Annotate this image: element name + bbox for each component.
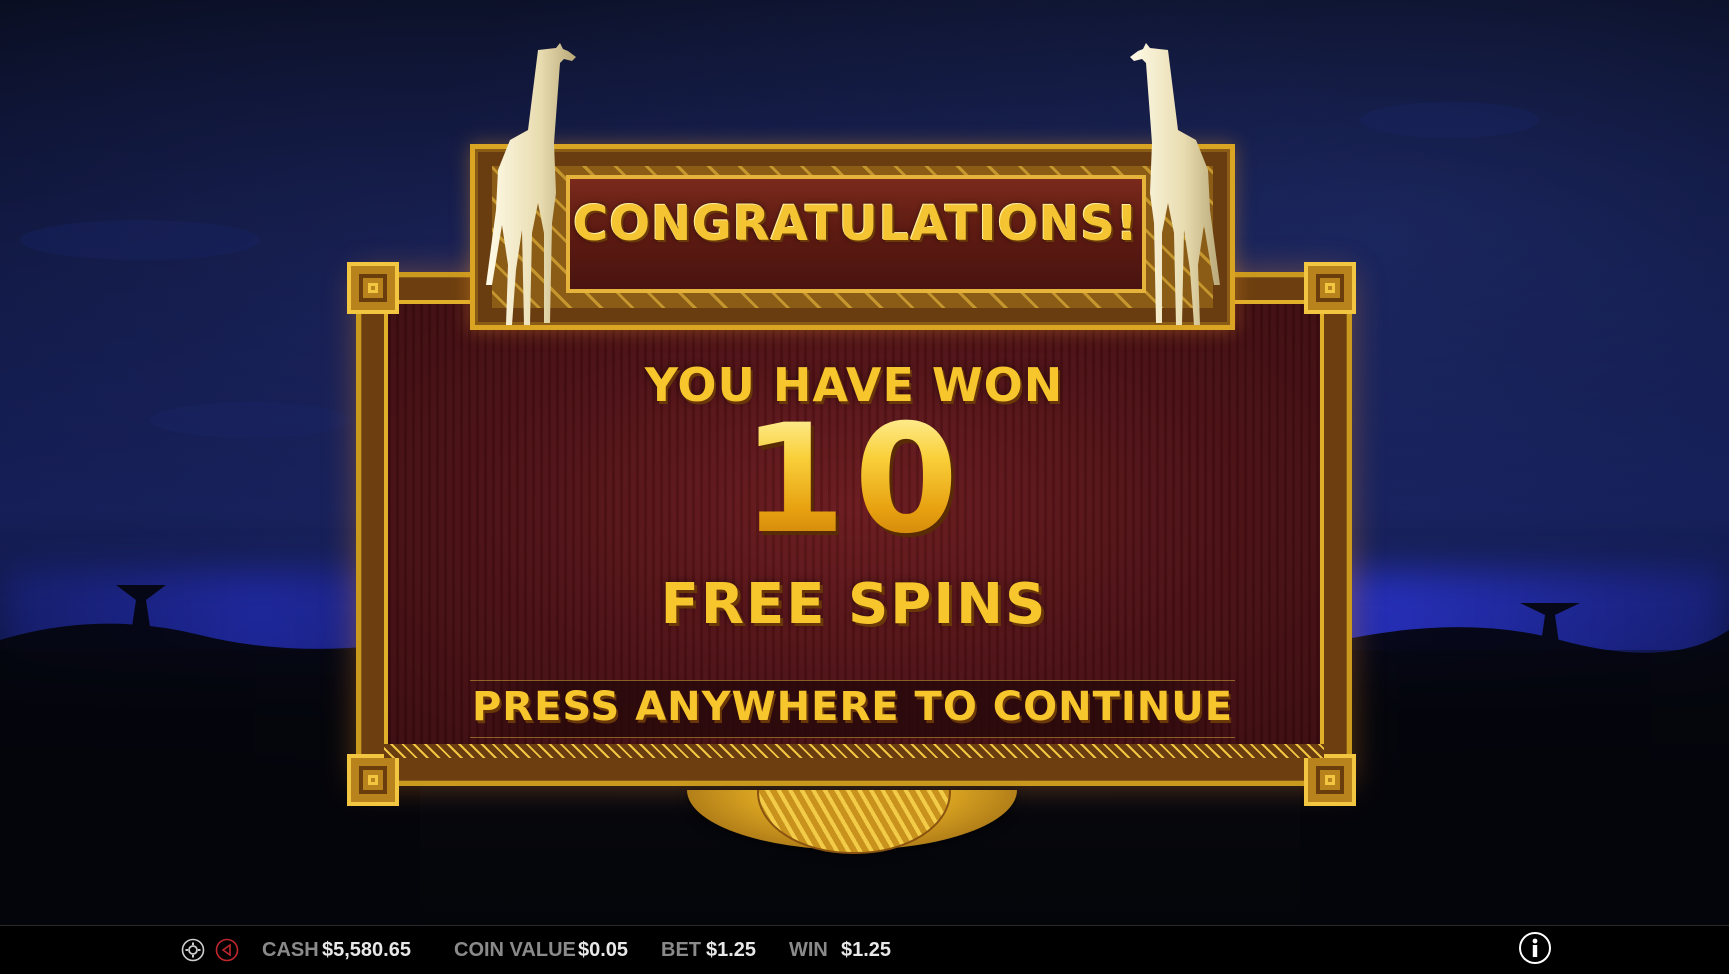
- continue-prompt[interactable]: PRESS ANYWHERE TO CONTINUE: [470, 684, 1235, 730]
- coin-value-label: COIN VALUE: [454, 939, 576, 961]
- cash-label: CASH: [262, 939, 319, 961]
- coin-value: $0.05: [578, 939, 629, 961]
- game-scene[interactable]: CONGRATULATIONS! YOU HAVE WON 10 FREE SP…: [0, 0, 1729, 925]
- corner-ornament-bottom-right: [1304, 754, 1356, 806]
- congratulations-title: CONGRATULATIONS!: [573, 196, 1139, 252]
- win-label: WIN: [789, 939, 828, 961]
- corner-ornament-top-left: [347, 262, 399, 314]
- free-spins-label: FREE SPINS: [660, 572, 1048, 637]
- corner-ornament-bottom-left: [347, 754, 399, 806]
- bet-value: $1.25: [706, 939, 757, 961]
- frame-bottom-stripe: [384, 744, 1324, 758]
- gear-icon[interactable]: [181, 938, 205, 962]
- info-icon[interactable]: [1518, 931, 1552, 965]
- free-spins-count: 10: [384, 405, 1324, 555]
- win-value: $1.25: [841, 939, 892, 961]
- bet-label: BET: [661, 939, 701, 961]
- corner-ornament-top-right: [1304, 262, 1356, 314]
- sound-icon[interactable]: [215, 938, 239, 962]
- giraffe-icon: [1130, 43, 1220, 325]
- cash-value: $5,580.65: [322, 939, 411, 961]
- giraffe-icon: [486, 43, 576, 325]
